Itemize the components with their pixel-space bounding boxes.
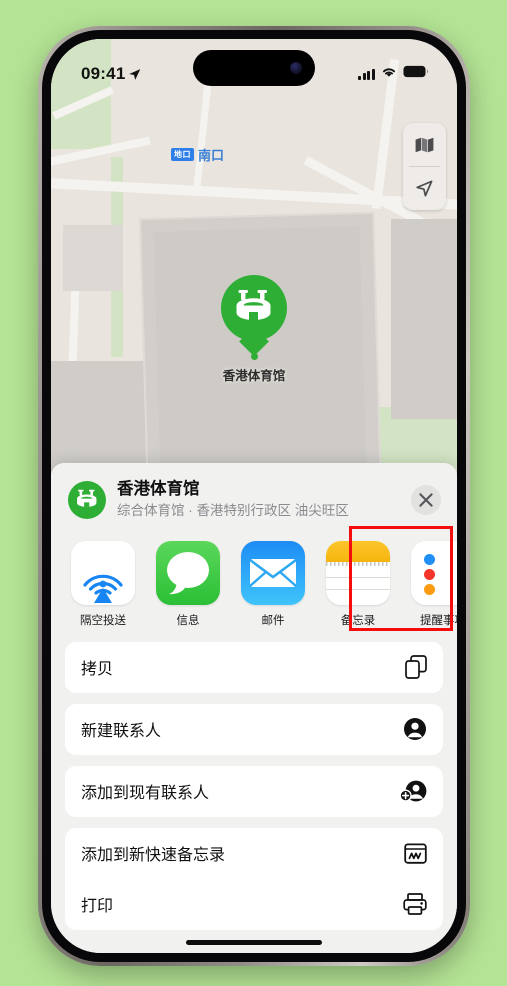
stadium-icon bbox=[77, 490, 97, 508]
home-indicator bbox=[186, 940, 322, 945]
share-app-label: 隔空投送 bbox=[80, 614, 126, 627]
share-app-label: 信息 bbox=[176, 614, 200, 627]
notes-perforation bbox=[326, 561, 390, 566]
quick-note-icon bbox=[404, 842, 427, 865]
iphone-device-frame: 地口 南口 香港体育馆 09:41 香港体育馆 综合体育馆 · 香港特别行政区 … bbox=[38, 26, 470, 966]
device-screen: 地口 南口 香港体育馆 09:41 香港体育馆 综合体育馆 · 香港特别行政区 … bbox=[51, 39, 457, 953]
action-group: 添加到新快速备忘录 打印 bbox=[65, 827, 443, 930]
map-transit-label[interactable]: 地口 南口 bbox=[171, 145, 224, 164]
action-label: 新建联系人 bbox=[81, 723, 162, 741]
share-app-mail[interactable]: 邮件 bbox=[241, 540, 305, 628]
share-sheet-title: 香港体育馆 bbox=[117, 480, 200, 498]
notes-rule bbox=[326, 588, 390, 590]
action-group: 拷贝 bbox=[65, 641, 443, 693]
notes-rule bbox=[326, 576, 390, 578]
transit-badge-icon: 地口 bbox=[171, 148, 194, 161]
share-app-notes[interactable]: 备忘录 bbox=[326, 540, 390, 628]
action-label: 添加到现有联系人 bbox=[81, 785, 210, 803]
place-avatar-icon bbox=[68, 480, 106, 519]
share-sheet-header: 香港体育馆 综合体育馆 · 香港特别行政区 油尖旺区 bbox=[51, 463, 457, 532]
copy-icon bbox=[405, 655, 427, 680]
action-group: 添加到现有联系人 bbox=[65, 765, 443, 817]
messages-icon bbox=[156, 540, 220, 605]
transit-label-text: 南口 bbox=[198, 148, 225, 163]
action-group: 新建联系人 bbox=[65, 703, 443, 755]
locate-me-button[interactable] bbox=[403, 167, 446, 210]
action-copy[interactable]: 拷贝 bbox=[65, 642, 443, 693]
share-app-messages[interactable]: 信息 bbox=[156, 540, 220, 628]
person-circle-icon bbox=[403, 717, 427, 741]
map-layers-icon bbox=[415, 137, 434, 152]
wifi-icon bbox=[381, 65, 397, 83]
share-sheet-titles: 香港体育馆 综合体育馆 · 香港特别行政区 油尖旺区 bbox=[117, 480, 411, 520]
action-label: 拷贝 bbox=[81, 661, 114, 679]
action-new-quick-note[interactable]: 添加到新快速备忘录 bbox=[65, 828, 443, 879]
map-controls-panel[interactable] bbox=[403, 123, 446, 210]
reminder-dot-blue bbox=[424, 553, 435, 565]
reminder-dot-orange bbox=[424, 583, 435, 595]
person-add-icon bbox=[400, 779, 427, 803]
battery-icon bbox=[403, 65, 429, 83]
notes-header-band bbox=[326, 540, 390, 562]
share-app-label: 邮件 bbox=[261, 614, 285, 627]
dynamic-island bbox=[193, 50, 315, 86]
action-label: 添加到新快速备忘录 bbox=[81, 847, 226, 865]
share-app-label: 提醒事项 bbox=[420, 614, 457, 627]
printer-icon bbox=[403, 893, 427, 916]
map-pin-marker[interactable] bbox=[221, 275, 287, 341]
status-indicators bbox=[358, 65, 429, 83]
location-arrow-icon bbox=[128, 68, 141, 81]
map-mode-button[interactable] bbox=[403, 123, 446, 166]
share-app-label: 备忘录 bbox=[340, 614, 376, 627]
signal-bars-icon bbox=[358, 68, 375, 80]
stadium-icon bbox=[236, 290, 271, 320]
action-add-existing-contact[interactable]: 添加到现有联系人 bbox=[65, 766, 443, 817]
action-label: 打印 bbox=[81, 898, 114, 916]
share-action-list: 拷贝 新建联系人 添加到现有联系人 添加到新快速备忘录 打印 bbox=[51, 636, 457, 930]
close-icon bbox=[419, 493, 433, 507]
share-sheet: 香港体育馆 综合体育馆 · 香港特别行政区 油尖旺区 隔空投送 信息 邮件 备忘… bbox=[51, 463, 457, 953]
location-arrow-icon bbox=[416, 180, 433, 197]
airdrop-icon bbox=[71, 540, 135, 605]
share-sheet-subtitle: 综合体育馆 · 香港特别行政区 油尖旺区 bbox=[117, 502, 349, 518]
share-app-airdrop[interactable]: 隔空投送 bbox=[71, 540, 135, 628]
status-bar: 09:41 bbox=[51, 39, 457, 95]
front-camera-icon bbox=[290, 62, 302, 74]
close-button[interactable] bbox=[411, 484, 441, 515]
mail-icon bbox=[241, 540, 305, 605]
action-new-contact[interactable]: 新建联系人 bbox=[65, 704, 443, 755]
reminders-icon bbox=[411, 540, 457, 605]
map-pin-label: 香港体育馆 bbox=[222, 369, 286, 383]
share-app-row[interactable]: 隔空投送 信息 邮件 备忘录 提醒事 bbox=[51, 532, 457, 636]
notes-icon bbox=[326, 540, 390, 605]
action-print[interactable]: 打印 bbox=[65, 879, 443, 930]
map-pin-group[interactable]: 香港体育馆 bbox=[51, 275, 457, 384]
status-time: 09:41 bbox=[81, 64, 126, 83]
share-app-reminders[interactable]: 提醒事项 bbox=[411, 540, 457, 628]
reminder-dot-red bbox=[424, 568, 435, 580]
device-bezel: 地口 南口 香港体育馆 09:41 香港体育馆 综合体育馆 · 香港特别行政区 … bbox=[42, 30, 466, 962]
